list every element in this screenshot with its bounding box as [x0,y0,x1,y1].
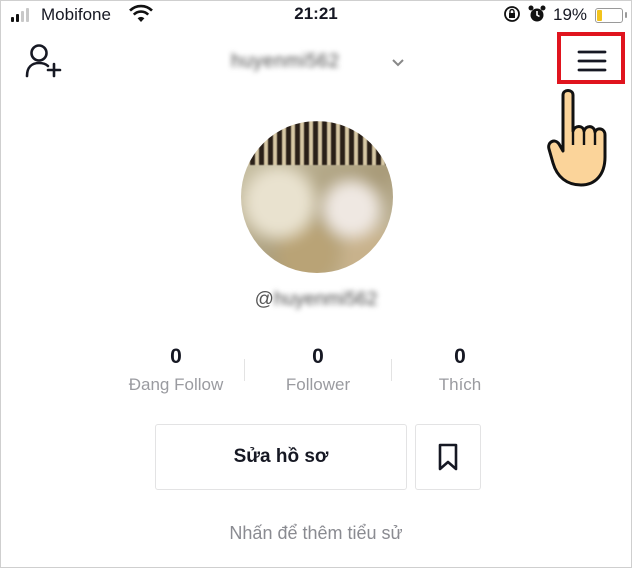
hand-pointer-icon [547,89,607,187]
battery-icon [595,8,627,23]
app-screen: Mobifone 21:21 19% huyenmi562 @huyenmi56… [0,0,632,568]
avatar[interactable] [241,121,393,273]
menu-icon[interactable] [577,49,607,73]
profile-handle: @huyenmi562 [254,289,378,310]
stat-likes[interactable]: 0 Thích [385,345,535,395]
stat-value: 0 [454,345,466,368]
stat-label: Đang Follow [128,375,224,394]
stat-following[interactable]: 0 Đang Follow [101,345,251,395]
bookmark-icon [438,443,458,471]
edit-profile-button[interactable]: Sửa hồ sơ [155,424,407,490]
add-user-icon[interactable] [25,43,63,79]
status-bar: Mobifone 21:21 19% [1,1,631,29]
bookmark-button[interactable] [415,424,481,490]
orientation-lock-icon [504,6,520,22]
chevron-down-icon[interactable] [391,58,405,68]
stat-value: 0 [170,345,182,368]
add-bio-link[interactable]: Nhấn để thêm tiểu sử [1,523,631,544]
stat-label: Thích [438,375,482,394]
username-title[interactable]: huyenmi562 [231,51,340,73]
stat-followers[interactable]: 0 Follower [243,345,393,395]
battery-percent: 19% [553,5,588,24]
alarm-icon [528,5,546,22]
stat-label: Follower [285,375,351,394]
stat-value: 0 [312,345,324,368]
